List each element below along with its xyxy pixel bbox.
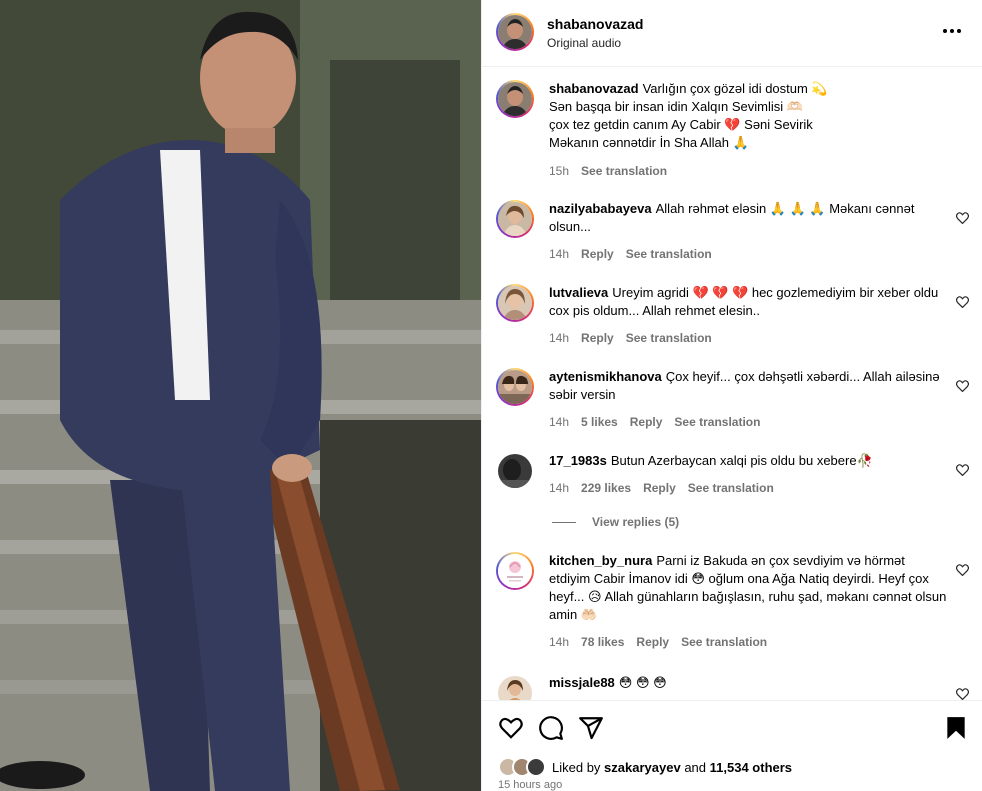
bookmark-icon[interactable] bbox=[943, 715, 969, 741]
commenter-avatar[interactable] bbox=[496, 674, 534, 700]
liked-by-prefix: Liked by bbox=[552, 759, 601, 775]
comment-text: kitchen_by_nura Parni iz Bakuda ən çox se… bbox=[549, 552, 949, 624]
caption-line-1: Varlığın çox gözəl idi dostum 💫 bbox=[642, 81, 828, 96]
comment-username[interactable]: aytenismikhanova bbox=[549, 369, 662, 384]
more-options-icon[interactable] bbox=[941, 24, 963, 38]
caption: shabanovazad Varlığın çox gözəl idi dostu… bbox=[482, 80, 982, 180]
comment-meta: 14h Reply See translation bbox=[549, 247, 712, 261]
likes-text: Liked by szakaryayev and 11,534 others bbox=[552, 760, 792, 775]
post-header: shabanovazad Original audio bbox=[482, 0, 982, 67]
commenter-avatar-image bbox=[498, 286, 532, 320]
comment-time[interactable]: 14h bbox=[549, 415, 569, 429]
share-icon[interactable] bbox=[578, 715, 604, 741]
see-translation-link[interactable]: See translation bbox=[581, 164, 667, 178]
caption-meta: 15h See translation bbox=[549, 164, 667, 178]
view-replies-label: View replies (5) bbox=[592, 515, 680, 529]
reply-link[interactable]: Reply bbox=[581, 247, 614, 261]
commenter-avatar[interactable] bbox=[496, 284, 534, 322]
comment-message: Butun Azerbaycan xalqi pis oldu bu xeber… bbox=[610, 453, 873, 468]
view-replies-line bbox=[552, 521, 576, 523]
comment-time[interactable]: 14h bbox=[549, 247, 569, 261]
commenter-avatar-image bbox=[498, 202, 532, 236]
author-avatar-image bbox=[498, 15, 532, 49]
post-time[interactable]: 15 hours ago bbox=[498, 779, 562, 791]
caption-line-3: çox tez getdin canım Ay Cabir 💔 Səni Sev… bbox=[549, 117, 813, 132]
comment-username[interactable]: lutvalieva bbox=[549, 285, 608, 300]
comment-text: missjale88 😳 😳 😳 bbox=[549, 674, 949, 692]
commenter-avatar[interactable] bbox=[496, 368, 534, 406]
commenter-avatar-image bbox=[498, 554, 532, 588]
comment-likes[interactable]: 78 likes bbox=[581, 635, 624, 649]
commenter-avatar-image bbox=[498, 370, 532, 404]
commenter-avatar[interactable] bbox=[496, 200, 534, 238]
comment-item: lutvalieva Ureyim agridi 💔 💔 💔 hec gozlem… bbox=[482, 284, 982, 354]
comment-text: aytenismikhanova Çox heyif... çox dəhşətl… bbox=[549, 368, 949, 404]
comment-item: 17_1983s Butun Azerbaycan xalqi pis oldu … bbox=[482, 452, 982, 542]
caption-time[interactable]: 15h bbox=[549, 164, 569, 178]
comments-list: shabanovazad Varlığın çox gözəl idi dostu… bbox=[482, 68, 982, 700]
comment-username[interactable]: missjale88 bbox=[549, 675, 615, 690]
commenter-avatar[interactable] bbox=[496, 452, 534, 490]
comment-item: kitchen_by_nura Parni iz Bakuda ən çox se… bbox=[482, 552, 982, 652]
comment-message: 😳 😳 😳 bbox=[618, 675, 667, 690]
comment-text: nazilyababayeva Allah rəhmət eləsin 🙏 🙏 🙏… bbox=[549, 200, 949, 236]
heart-outline-icon[interactable] bbox=[956, 564, 969, 576]
comment-meta: 14h 5 likes Reply See translation bbox=[549, 415, 760, 429]
post-actions: Liked by szakaryayev and 11,534 others 1… bbox=[482, 700, 982, 791]
reply-link[interactable]: Reply bbox=[581, 331, 614, 345]
commenter-avatar-image bbox=[498, 676, 532, 700]
see-translation-link[interactable]: See translation bbox=[626, 247, 712, 261]
liked-by-others[interactable]: 11,534 others bbox=[710, 760, 792, 775]
comment-meta: 14h 229 likes Reply See translation bbox=[549, 481, 774, 495]
reply-link[interactable]: Reply bbox=[643, 481, 676, 495]
comment-item: missjale88 😳 😳 😳 bbox=[482, 674, 982, 700]
comment-time[interactable]: 14h bbox=[549, 481, 569, 495]
comment-text: 17_1983s Butun Azerbaycan xalqi pis oldu … bbox=[549, 452, 949, 470]
heart-outline-icon[interactable] bbox=[956, 212, 969, 224]
comment-meta: 14h 78 likes Reply See translation bbox=[549, 635, 767, 649]
caption-username[interactable]: shabanovazad bbox=[549, 81, 639, 96]
comment-username[interactable]: nazilyababayeva bbox=[549, 201, 652, 216]
audio-label[interactable]: Original audio bbox=[547, 36, 621, 50]
commenter-avatar[interactable] bbox=[496, 552, 534, 590]
see-translation-link[interactable]: See translation bbox=[626, 331, 712, 345]
commenter-avatar-image bbox=[498, 454, 532, 488]
liker-avatar bbox=[526, 757, 546, 777]
view-replies-button[interactable]: View replies (5) bbox=[552, 515, 679, 529]
post-photo-illustration bbox=[0, 0, 481, 791]
heart-outline-icon[interactable] bbox=[956, 688, 969, 700]
caption-avatar-image bbox=[498, 82, 532, 116]
comment-username[interactable]: 17_1983s bbox=[549, 453, 607, 468]
heart-outline-icon[interactable] bbox=[956, 464, 969, 476]
heart-outline-icon[interactable] bbox=[956, 296, 969, 308]
comment-time[interactable]: 14h bbox=[549, 635, 569, 649]
author-avatar[interactable] bbox=[496, 13, 534, 51]
caption-line-2: Sən başqa bir insan idin Xalqın Sevimlis… bbox=[549, 99, 803, 114]
likes-summary[interactable]: Liked by szakaryayev and 11,534 others bbox=[498, 756, 792, 778]
comment-likes[interactable]: 229 likes bbox=[581, 481, 631, 495]
comment-time[interactable]: 14h bbox=[549, 331, 569, 345]
see-translation-link[interactable]: See translation bbox=[674, 415, 760, 429]
liked-by-user[interactable]: szakaryayev bbox=[604, 760, 681, 775]
comment-icon[interactable] bbox=[538, 715, 564, 741]
caption-text: shabanovazad Varlığın çox gözəl idi dostu… bbox=[549, 80, 949, 152]
comment-item: nazilyababayeva Allah rəhmət eləsin 🙏 🙏 🙏… bbox=[482, 200, 982, 270]
comment-username[interactable]: kitchen_by_nura bbox=[549, 553, 652, 568]
comment-text: lutvalieva Ureyim agridi 💔 💔 💔 hec gozlem… bbox=[549, 284, 949, 320]
post-side-panel: shabanovazad Original audio shabanovazad bbox=[481, 0, 982, 791]
comment-meta: 14h Reply See translation bbox=[549, 331, 712, 345]
heart-icon[interactable] bbox=[498, 715, 524, 741]
comment-item: aytenismikhanova Çox heyif... çox dəhşətl… bbox=[482, 368, 982, 438]
post-photo bbox=[0, 0, 481, 791]
reply-link[interactable]: Reply bbox=[636, 635, 669, 649]
caption-line-4: Məkanın cənnətdir İn Sha Allah 🙏 bbox=[549, 135, 749, 150]
comment-likes[interactable]: 5 likes bbox=[581, 415, 618, 429]
reply-link[interactable]: Reply bbox=[630, 415, 663, 429]
author-username[interactable]: shabanovazad bbox=[547, 16, 643, 32]
heart-outline-icon[interactable] bbox=[956, 380, 969, 392]
see-translation-link[interactable]: See translation bbox=[688, 481, 774, 495]
caption-avatar[interactable] bbox=[496, 80, 534, 118]
see-translation-link[interactable]: See translation bbox=[681, 635, 767, 649]
liked-by-middle: and bbox=[684, 759, 707, 775]
